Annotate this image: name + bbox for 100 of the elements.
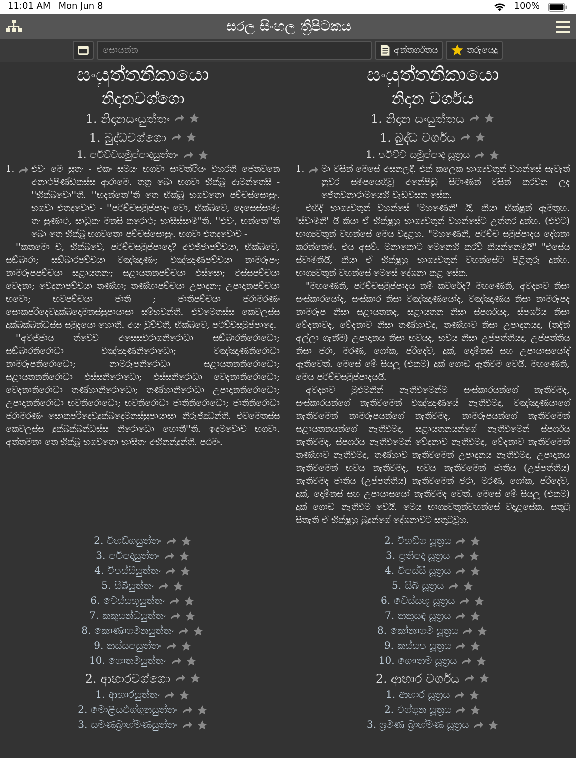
star-icon[interactable] [198, 150, 209, 161]
sutta-link[interactable]: 7. කකුසන්ධසුත්තං [90, 611, 166, 622]
star-icon[interactable] [484, 113, 496, 124]
share-arrow-icon[interactable] [170, 612, 182, 621]
share-arrow-icon[interactable] [164, 691, 176, 700]
sutta-link[interactable]: 3. සමණබ්‍රාහ්මණසුත්තං [78, 720, 178, 731]
star-icon[interactable] [184, 596, 196, 607]
share-arrow-icon[interactable] [454, 552, 465, 561]
star-icon[interactable] [173, 581, 184, 592]
share-arrow-icon[interactable] [469, 114, 480, 123]
menu-icon[interactable] [556, 20, 570, 32]
share-arrow-icon[interactable] [18, 166, 29, 175]
share-arrow-icon[interactable] [165, 567, 176, 576]
star-icon[interactable] [479, 673, 490, 684]
share-arrow-icon[interactable] [454, 612, 466, 621]
contents-button[interactable]: අන්තර්ගතය [375, 41, 443, 60]
star-icon[interactable] [468, 690, 480, 701]
share-arrow-icon[interactable] [182, 151, 194, 160]
sutta-link[interactable]: 9. කස්සප සූත්‍රය [384, 641, 452, 652]
share-arrow-icon[interactable] [455, 706, 466, 715]
share-arrow-icon[interactable] [170, 133, 182, 142]
sutta-link[interactable]: 7. කකුසඳ සූත්‍රය [385, 611, 451, 622]
share-arrow-icon[interactable] [462, 627, 474, 636]
sitemap-icon[interactable] [6, 20, 22, 34]
share-arrow-icon[interactable] [460, 133, 472, 142]
star-icon[interactable] [462, 581, 474, 592]
share-arrow-icon[interactable] [170, 657, 182, 666]
star-icon[interactable] [185, 611, 196, 622]
sutta-link[interactable]: 6. වෙස්සභූසුත්තං [90, 596, 166, 607]
share-arrow-icon[interactable] [182, 706, 193, 715]
star-icon[interactable] [196, 720, 208, 731]
share-arrow-icon[interactable] [474, 151, 486, 160]
share-arrow-icon[interactable] [454, 691, 465, 700]
share-arrow-icon[interactable] [458, 597, 470, 606]
star-icon[interactable] [180, 566, 192, 577]
star-icon[interactable] [475, 132, 486, 143]
sutta-link[interactable]: 1. ආහාරසුත්තං [96, 690, 160, 701]
share-arrow-icon[interactable] [169, 597, 180, 606]
sutta-link[interactable]: 2. විභඞ්ග සූත්‍රය [384, 536, 452, 547]
sutta-link[interactable]: 4. විපස්සී සූත්‍රය [385, 566, 451, 577]
sutta-link[interactable]: 3. පටිපදාසුත්තං [96, 551, 160, 562]
star-icon[interactable] [470, 566, 481, 577]
sutta-link[interactable]: 5. සිඛීසුත්තං [102, 581, 154, 592]
star-icon[interactable] [180, 536, 192, 547]
chapter-heading: 1. නිදාන සංයුත්තය [370, 112, 466, 126]
star-icon[interactable] [474, 596, 485, 607]
share-arrow-icon[interactable] [308, 166, 319, 175]
share-arrow-icon[interactable] [164, 552, 175, 561]
sutta-link[interactable]: 6. වෙස්සභූ සූත්‍රය [381, 596, 455, 607]
star-icon[interactable] [180, 641, 192, 652]
share-arrow-icon[interactable] [473, 721, 484, 730]
share-arrow-icon[interactable] [455, 642, 466, 651]
share-arrow-icon[interactable] [464, 674, 476, 683]
star-icon[interactable] [470, 705, 482, 716]
star-icon[interactable] [179, 690, 190, 701]
sutta-link[interactable]: 8. කෝනාගම සූත්‍රය [378, 626, 458, 637]
sutta-link[interactable]: 10. ගෞතම සූත්‍රය [378, 656, 458, 667]
paragraph: "මහණෙනි, පටිච්චසමුප්පාදය නම් කවරේද? මහණෙනි, අවිද්‍යාව නිසා සංස්කාරයෝද, සංස්කාර නිසා විඤ්ඤාණයෝද, විඤ්ඤාණය නිසා නාමරූපද නාමරූප නිසා සළායතනද, සළායතන නිසා ස්පර්ශයද, ස්පර්ශය නිසා වේදනාවද, වේදනාව නිසා තණ්හාවද, තණ්හාව නිසා උපාදානයද, (තදින් අල්ලා ගැනීම) උපාදානය නිසා භවයද, භවය නිසා උප්පත්තියද, උප්පත්තිය නිසා ජරා, මරණ, ශෝක, පරිදේව, දුක්, දොම්නස් සහ උපායාසයෝද් ඇතිවෙත්. මෙසේ මේ සියලු (එකම) දුක් ගොඩ ඇතිවීම වෙයි. මහණෙනි, මෙය පටිච්චසමුප්පාදයයි. [296, 281, 570, 385]
star-icon[interactable] [190, 673, 201, 684]
sutta-link[interactable]: 10. ගොතමසුත්තං [89, 656, 167, 667]
star-icon[interactable] [189, 113, 200, 124]
star-icon[interactable] [468, 551, 480, 562]
star-icon[interactable] [477, 626, 488, 637]
star-icon[interactable] [186, 132, 197, 143]
sutta-link[interactable]: 3. ප්‍රතිපදා සූත්‍රය [386, 551, 450, 562]
share-arrow-icon[interactable] [174, 674, 186, 683]
share-arrow-icon[interactable] [455, 537, 466, 546]
window-button[interactable] [73, 41, 94, 60]
share-arrow-icon[interactable] [448, 582, 459, 591]
starred-button[interactable]: තරුයෙදූ [446, 41, 503, 60]
sutta-link[interactable]: 1. ආහාර සූත්‍රය [386, 690, 450, 701]
sutta-link[interactable]: 3. ශ්‍රමණ බ්‍රාහ්මණ සූත්‍රය [366, 720, 470, 731]
share-arrow-icon[interactable] [461, 657, 472, 666]
sutta-link[interactable]: 2. මොළියඵග්ගුනසුත්තං [78, 705, 178, 716]
chapter-heading: 1. නිදානසංයුත්තං [86, 112, 170, 126]
sutta-link[interactable]: 4. විපස්සීසුත්තං [94, 566, 162, 577]
sutta-link[interactable]: 5. සිඛී සූත්‍රය [392, 581, 444, 592]
star-icon[interactable] [178, 551, 190, 562]
star-icon[interactable] [186, 656, 197, 667]
share-arrow-icon[interactable] [166, 537, 177, 546]
share-arrow-icon[interactable] [454, 567, 466, 576]
star-icon[interactable] [470, 536, 482, 547]
star-icon[interactable] [476, 656, 488, 667]
share-arrow-icon[interactable] [182, 721, 193, 730]
sutta-link[interactable]: 2. විභඞ්ගසුත්තං [94, 536, 162, 547]
star-icon[interactable] [196, 705, 208, 716]
share-arrow-icon[interactable] [166, 642, 177, 651]
share-arrow-icon[interactable] [158, 582, 170, 591]
star-icon[interactable] [470, 641, 482, 652]
star-icon[interactable] [470, 611, 481, 622]
paragraph: ''කතමො ච, භික්ඛවෙ, පටිච්චසමුප්පාදො? අවිජ්ජාපච්චයා, භික්ඛවෙ, සඞ්ඛාරා; සඞ්ඛාරපච්චයා විඤ්ඤාණං; විඤ්ඤාණපච්චයා නාමරූපං; නාමරූපපච්චයා සළායතනං; සළායතනපච්චයා ඵස්සො; ඵස්සපච්චයා වෙදනා; වෙදනාපච්චයා තණ්හා; තණ්හාපච්චයා උපාදානං; උපාදානපච්චයා භවො; භවපච්චයා ජාති ; ජාතිපච්චයා ජරාමරණං සොකපරිදෙවදුක්ඛදොමනස්සුපායාසා සම්භවන්ති. එවමෙතස්ස කෙවලස්ස දුක්ඛක්ඛන්ධස්ස සමුදයො හොති. අයං වුච්චති, භික්ඛවෙ, පටිච්චසමුප්පාදො. [6, 242, 280, 333]
share-arrow-icon[interactable] [178, 627, 190, 636]
sutta-heading: 1. පටිච්චසමුප්පාදසුත්තං [77, 150, 179, 161]
sutta-link[interactable]: 2. ඵග්ගුන සූත්‍රය [384, 705, 452, 716]
sutta-link[interactable]: 8. කොණාගමනසුත්තං [82, 626, 174, 637]
share-arrow-icon[interactable] [174, 114, 186, 123]
sutta-link[interactable]: 9. කස්සපසුත්තං [94, 641, 162, 652]
star-icon[interactable] [488, 720, 500, 731]
star-icon[interactable] [489, 150, 500, 161]
star-icon[interactable] [193, 626, 204, 637]
